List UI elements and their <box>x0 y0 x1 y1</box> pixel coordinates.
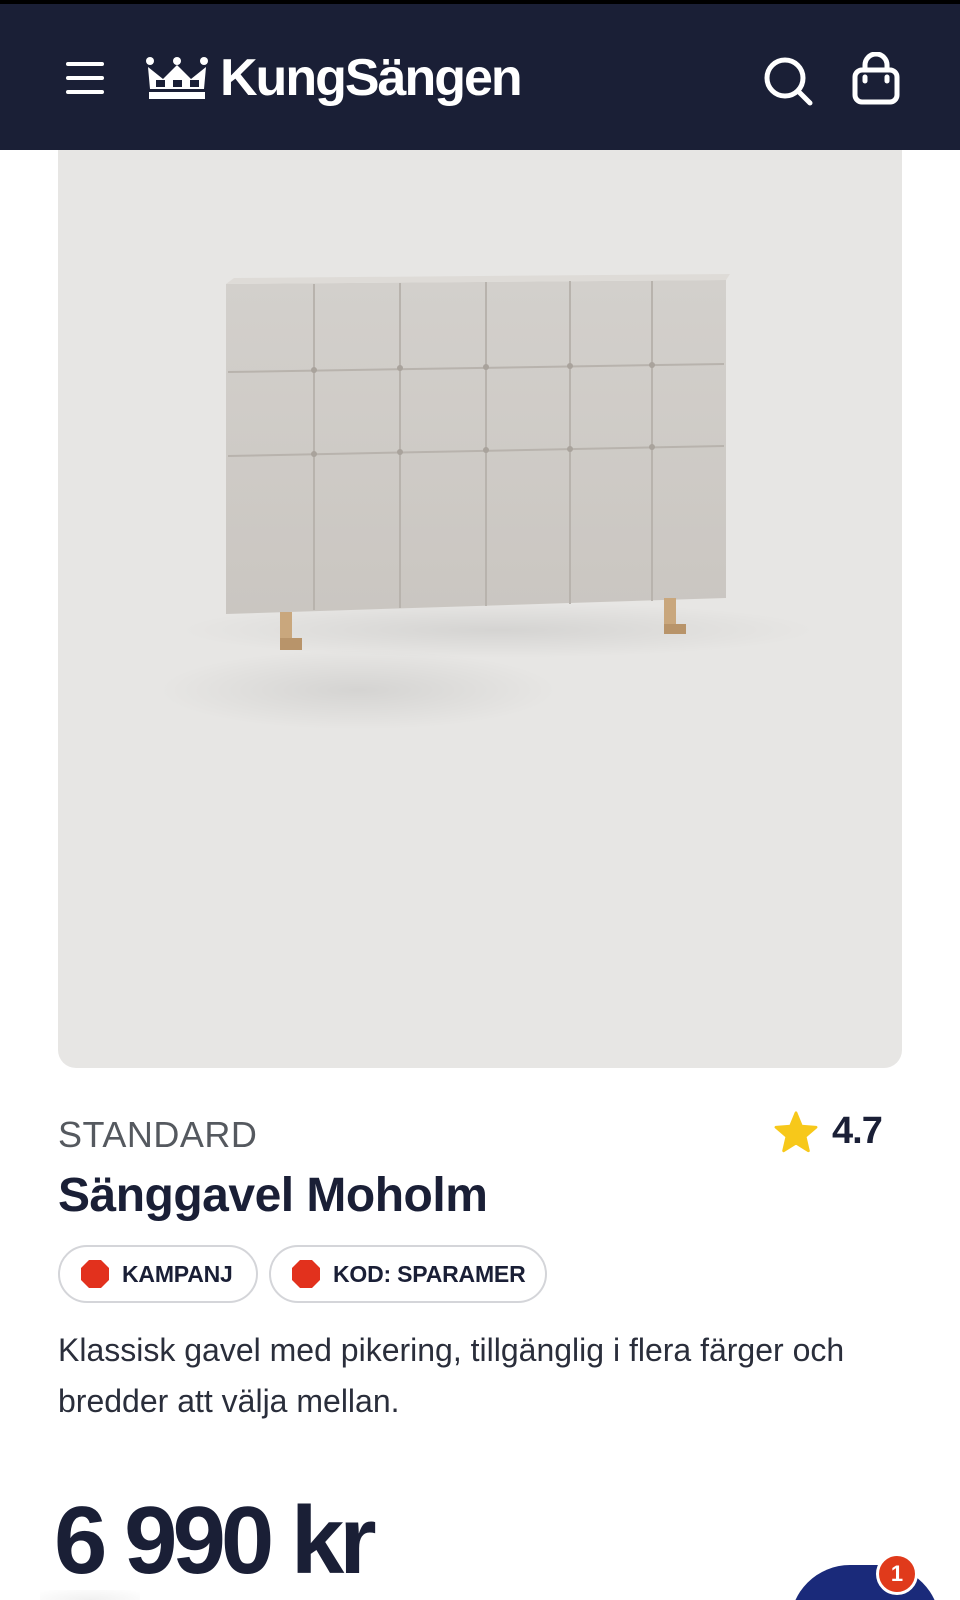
headboard-illustration <box>158 274 818 730</box>
product-brand: STANDARD <box>58 1114 258 1155</box>
discount-code-badge[interactable]: KOD: SPARAMER <box>269 1245 547 1303</box>
hamburger-menu-icon[interactable] <box>62 56 110 100</box>
badge-label: KAMPANJ <box>122 1260 233 1287</box>
product-page: KungSängen STANDARD 4.7 Sänggavel Moholm… <box>0 0 960 1600</box>
product-price: 6 990 kr <box>54 1487 377 1594</box>
logo-text: KungSängen <box>220 49 523 107</box>
scroll-shadow <box>40 1590 140 1600</box>
shopping-bag-icon[interactable] <box>851 51 901 106</box>
chat-notification-badge: 1 <box>876 1553 918 1595</box>
product-description: Klassisk gavel med pikering, tillgänglig… <box>58 1332 845 1419</box>
product-rating[interactable]: 4.7 <box>774 1110 883 1153</box>
stop-sign-icon <box>292 1260 320 1288</box>
site-header: KungSängen <box>0 0 960 150</box>
rating-value: 4.7 <box>832 1110 883 1152</box>
crown-icon <box>146 57 208 99</box>
star-icon <box>774 1110 818 1152</box>
search-icon[interactable] <box>763 56 813 106</box>
product-title: Sänggavel Moholm <box>58 1169 488 1222</box>
product-image[interactable] <box>58 150 902 1068</box>
badge-label: KOD: SPARAMER <box>333 1260 526 1287</box>
stop-sign-icon <box>81 1260 109 1288</box>
campaign-badge[interactable]: KAMPANJ <box>58 1245 258 1303</box>
site-logo[interactable]: KungSängen <box>146 48 523 108</box>
